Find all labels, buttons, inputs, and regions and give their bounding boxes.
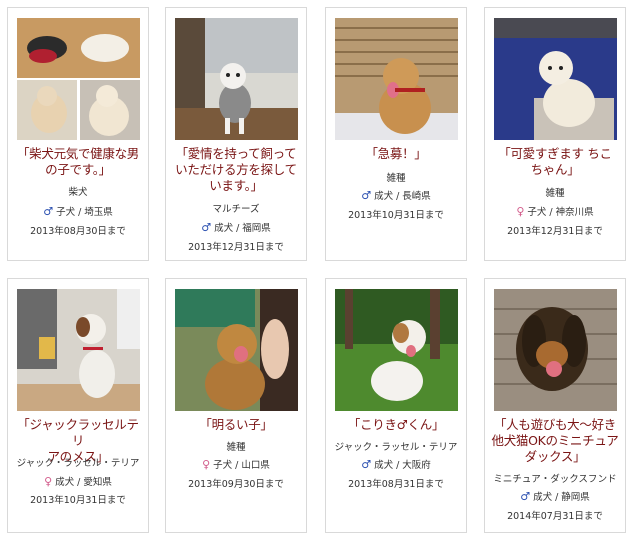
gender-age-location: ♀ 子犬 / 山口県 — [166, 457, 306, 471]
dog-photo[interactable] — [17, 289, 140, 411]
breed-label: 雑種 — [386, 173, 406, 184]
gender-age-location: ♂ 子犬 / 埼玉県 — [8, 204, 148, 218]
location-label: 埼玉県 — [84, 207, 113, 218]
breed-label: ジャック・ラッセル・テリア — [334, 442, 458, 453]
listing-card[interactable]: 「可愛すぎます ちこ ちゃん」 雑種 ♀ 子犬 / 神奈川県 2013年12月31日ま… — [484, 7, 626, 261]
male-icon: ♂ — [43, 205, 54, 218]
location-label: 長崎県 — [402, 191, 431, 202]
dog-photo[interactable] — [494, 289, 617, 411]
female-icon: ♀ — [516, 205, 525, 218]
dog-photo[interactable] — [335, 18, 458, 140]
listing-card[interactable]: 「愛情を持って飼って いただける方を探して います。」 マルチーズ ♂ 成犬 / 福岡… — [165, 7, 307, 261]
dog-photo[interactable] — [17, 18, 140, 140]
deadline-label: 2013年10月31日まで — [30, 495, 126, 506]
dog-photo[interactable] — [335, 289, 458, 411]
listing-card[interactable]: 「こりき♂くん」 ジャック・ラッセル・テリア ♂ 成犬 / 大阪府 2013年08月3… — [325, 278, 467, 533]
dog-photo[interactable] — [175, 289, 298, 411]
gender-age-location: ♀ 子犬 / 神奈川県 — [485, 204, 625, 218]
deadline-label: 2013年10月31日まで — [348, 210, 444, 221]
age-label: 子犬 — [527, 207, 547, 218]
age-label: 子犬 — [213, 460, 233, 471]
listing-title[interactable]: 「こりき♂くん」 — [330, 417, 462, 433]
breed-label: 柴犬 — [68, 187, 88, 198]
gender-age-location: ♂ 成犬 / 静岡県 — [485, 489, 625, 503]
male-icon: ♂ — [361, 458, 372, 471]
separator: / — [236, 223, 240, 234]
location-label: 山口県 — [241, 460, 270, 471]
dog-photo[interactable] — [494, 18, 617, 140]
separator: / — [77, 477, 81, 488]
deadline-label: 2013年09月30日まで — [188, 479, 284, 490]
listing-title[interactable]: 「愛情を持って飼って いただける方を探して います。」 — [170, 146, 302, 194]
gender-age-location: ♂ 成犬 / 長崎県 — [326, 188, 466, 202]
listing-card[interactable]: 「ジャックラッセルテリ アのメス」 ジャック・ラッセル・テリア ♀ 成犬 / 愛知県 … — [7, 278, 149, 533]
gender-age-location: ♂ 成犬 / 福岡県 — [166, 220, 306, 234]
deadline-label: 2013年12月31日まで — [507, 226, 603, 237]
location-label: 静岡県 — [561, 492, 590, 503]
male-icon: ♂ — [361, 189, 372, 202]
separator: / — [555, 492, 559, 503]
listing-title[interactable]: 「明るい子」 — [170, 417, 302, 433]
age-label: 成犬 — [55, 477, 75, 488]
separator: / — [78, 207, 82, 218]
location-label: 愛知県 — [83, 477, 112, 488]
breed-label: マルチーズ — [212, 204, 260, 215]
location-label: 福岡県 — [242, 223, 271, 234]
breed-label: ミニチュア・ダックスフンド — [493, 474, 617, 485]
breed-label: 雑種 — [545, 188, 565, 199]
male-icon: ♂ — [201, 221, 212, 234]
breed-label: ジャック・ラッセル・テリア — [16, 458, 140, 469]
listing-card[interactable]: 「明るい子」 雑種 ♀ 子犬 / 山口県 2013年09月30日まで — [165, 278, 307, 533]
gender-age-location: ♂ 成犬 / 大阪府 — [326, 457, 466, 471]
listing-card[interactable]: 「人も遊びも大～好き 他犬猫OKのミニチュア ダックス」 ミニチュア・ダックスフ… — [484, 278, 626, 533]
female-icon: ♀ — [202, 458, 211, 471]
age-label: 成犬 — [374, 460, 394, 471]
dog-photo[interactable] — [175, 18, 298, 140]
age-label: 成犬 — [214, 223, 234, 234]
separator: / — [396, 460, 400, 471]
male-icon: ♂ — [520, 490, 531, 503]
deadline-label: 2013年12月31日まで — [188, 242, 284, 253]
listing-card[interactable]: 「急募！」 雑種 ♂ 成犬 / 長崎県 2013年10月31日まで — [325, 7, 467, 261]
separator: / — [396, 191, 400, 202]
listing-title[interactable]: 「柴犬元気で健康な男 の子です。」 — [12, 146, 144, 178]
deadline-label: 2013年08月31日まで — [348, 479, 444, 490]
listing-title[interactable]: 「人も遊びも大～好き 他犬猫OKのミニチュア ダックス」 — [489, 417, 621, 465]
deadline-label: 2013年08月30日まで — [30, 226, 126, 237]
separator: / — [549, 207, 553, 218]
age-label: 子犬 — [56, 207, 76, 218]
age-label: 成犬 — [374, 191, 394, 202]
location-label: 神奈川県 — [555, 207, 594, 218]
listing-title[interactable]: 「可愛すぎます ちこ ちゃん」 — [489, 146, 621, 178]
age-label: 成犬 — [533, 492, 553, 503]
breed-label: 雑種 — [226, 442, 246, 453]
separator: / — [235, 460, 239, 471]
gender-age-location: ♀ 成犬 / 愛知県 — [8, 474, 148, 488]
deadline-label: 2014年07月31日まで — [507, 511, 603, 522]
female-icon: ♀ — [44, 475, 53, 488]
location-label: 大阪府 — [402, 460, 431, 471]
listing-card[interactable]: 「柴犬元気で健康な男 の子です。」 柴犬 ♂ 子犬 / 埼玉県 2013年08月30日… — [7, 7, 149, 261]
listing-title[interactable]: 「急募！」 — [330, 146, 462, 162]
